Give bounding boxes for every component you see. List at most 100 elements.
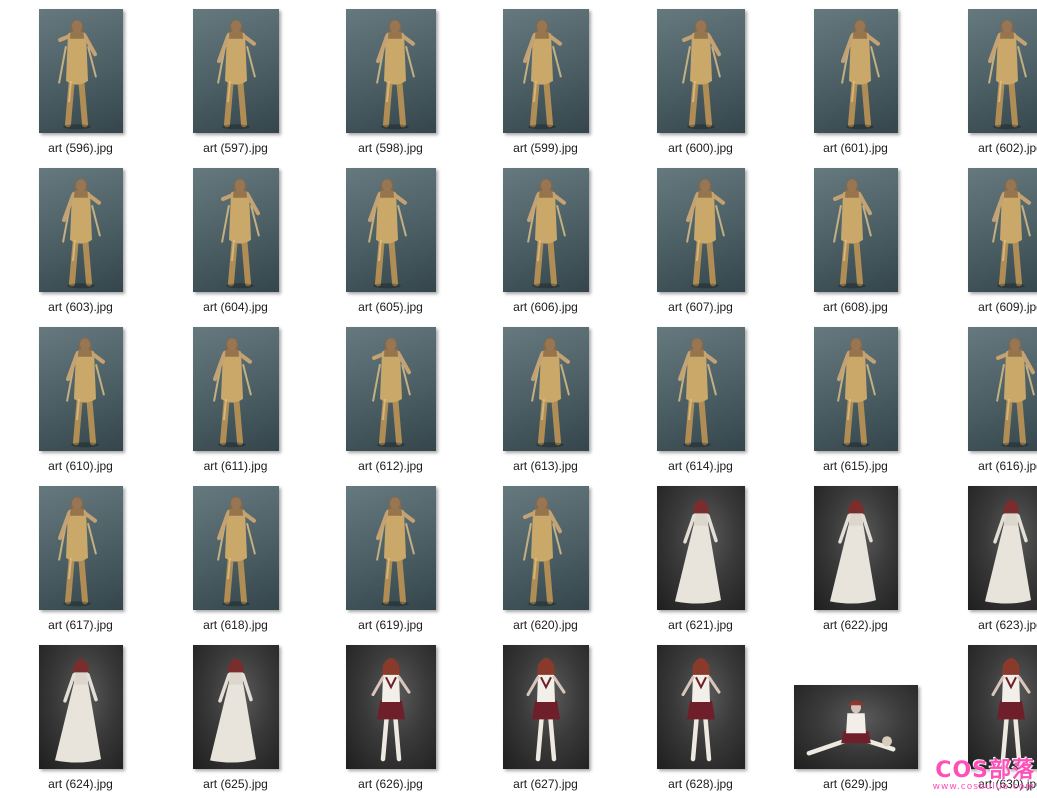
- file-thumbnail-item[interactable]: art (598).jpg: [313, 3, 468, 162]
- photo-figure-graphic: [991, 658, 1031, 762]
- photo-figure-graphic: [675, 499, 721, 604]
- file-thumbnail-item[interactable]: art (615).jpg: [778, 321, 933, 480]
- file-thumbnail-item[interactable]: art (599).jpg: [468, 3, 623, 162]
- photo-thumbnail[interactable]: [794, 685, 918, 769]
- photo-thumbnail[interactable]: [193, 9, 279, 133]
- thumbnail-frame: [778, 321, 933, 454]
- file-thumbnail-item[interactable]: art (620).jpg: [468, 480, 623, 639]
- photo-thumbnail[interactable]: [503, 486, 589, 610]
- thumbnail-frame: [313, 480, 468, 613]
- photo-thumbnail[interactable]: [968, 168, 1037, 292]
- file-name-label: art (612).jpg: [358, 459, 423, 473]
- thumbnail-frame: [313, 639, 468, 772]
- file-thumbnail-item[interactable]: art (628).jpg: [623, 639, 778, 798]
- photo-figure-graphic: [686, 178, 725, 289]
- photo-thumbnail[interactable]: [193, 168, 279, 292]
- file-name-label: art (597).jpg: [203, 141, 268, 155]
- file-thumbnail-item[interactable]: art (606).jpg: [468, 162, 623, 321]
- photo-thumbnail[interactable]: [193, 486, 279, 610]
- file-name-label: art (598).jpg: [358, 141, 423, 155]
- photo-thumbnail[interactable]: [39, 486, 123, 610]
- file-thumbnail-item[interactable]: art (597).jpg: [158, 3, 313, 162]
- photo-thumbnail[interactable]: [657, 327, 745, 451]
- thumbnail-frame: [933, 321, 1037, 454]
- file-thumbnail-item[interactable]: art (623).jpg: [933, 480, 1037, 639]
- photo-thumbnail[interactable]: [657, 9, 745, 133]
- file-thumbnail-item[interactable]: art (610).jpg: [3, 321, 158, 480]
- photo-thumbnail[interactable]: [39, 168, 123, 292]
- photo-thumbnail[interactable]: [814, 168, 898, 292]
- file-thumbnail-item[interactable]: art (624).jpg: [3, 639, 158, 798]
- file-thumbnail-item[interactable]: art (604).jpg: [158, 162, 313, 321]
- file-thumbnail-item[interactable]: art (621).jpg: [623, 480, 778, 639]
- file-thumbnail-item[interactable]: art (617).jpg: [3, 480, 158, 639]
- photo-thumbnail[interactable]: [657, 645, 745, 769]
- file-thumbnail-item[interactable]: art (607).jpg: [623, 162, 778, 321]
- photo-thumbnail[interactable]: [968, 645, 1037, 769]
- file-thumbnail-item[interactable]: art (608).jpg: [778, 162, 933, 321]
- photo-figure-graphic: [985, 499, 1031, 604]
- file-thumbnail-item[interactable]: art (626).jpg: [313, 639, 468, 798]
- photo-figure-graphic: [526, 658, 566, 762]
- file-name-label: art (599).jpg: [513, 141, 578, 155]
- photo-thumbnail[interactable]: [657, 486, 745, 610]
- photo-thumbnail[interactable]: [657, 168, 745, 292]
- file-thumbnail-item[interactable]: art (629).jpg: [778, 639, 933, 798]
- file-name-label: art (602).jpg: [978, 141, 1037, 155]
- thumbnail-frame: [778, 162, 933, 295]
- file-name-label: art (628).jpg: [668, 777, 733, 791]
- photo-thumbnail[interactable]: [503, 168, 589, 292]
- file-thumbnail-item[interactable]: art (625).jpg: [158, 639, 313, 798]
- file-thumbnail-item[interactable]: art (622).jpg: [778, 480, 933, 639]
- photo-thumbnail[interactable]: [968, 486, 1037, 610]
- photo-thumbnail[interactable]: [503, 327, 589, 451]
- file-thumbnail-item[interactable]: art (601).jpg: [778, 3, 933, 162]
- photo-thumbnail[interactable]: [814, 486, 898, 610]
- photo-thumbnail[interactable]: [346, 486, 436, 610]
- photo-figure-graphic: [523, 496, 562, 607]
- photo-thumbnail[interactable]: [39, 327, 123, 451]
- thumbnail-frame: [778, 3, 933, 136]
- photo-thumbnail[interactable]: [193, 327, 279, 451]
- file-thumbnail-item[interactable]: art (600).jpg: [623, 3, 778, 162]
- photo-thumbnail[interactable]: [503, 9, 589, 133]
- file-thumbnail-item[interactable]: art (613).jpg: [468, 321, 623, 480]
- file-thumbnail-item[interactable]: art (627).jpg: [468, 639, 623, 798]
- thumbnail-frame: [3, 639, 158, 772]
- photo-thumbnail[interactable]: [39, 645, 123, 769]
- photo-thumbnail[interactable]: [503, 645, 589, 769]
- thumbnail-frame: [313, 321, 468, 454]
- photo-figure-graphic: [996, 337, 1035, 448]
- file-thumbnail-item[interactable]: art (596).jpg: [3, 3, 158, 162]
- photo-thumbnail[interactable]: [346, 9, 436, 133]
- file-thumbnail-item[interactable]: art (616).jpg: [933, 321, 1037, 480]
- file-name-label: art (600).jpg: [668, 141, 733, 155]
- file-thumbnail-item[interactable]: art (609).jpg: [933, 162, 1037, 321]
- file-thumbnail-item[interactable]: art (603).jpg: [3, 162, 158, 321]
- photo-thumbnail[interactable]: [814, 9, 898, 133]
- photo-thumbnail[interactable]: [193, 645, 279, 769]
- file-thumbnail-item[interactable]: art (611).jpg: [158, 321, 313, 480]
- photo-figure-graphic: [837, 337, 876, 448]
- photo-thumbnail[interactable]: [346, 327, 436, 451]
- file-thumbnail-item[interactable]: art (612).jpg: [313, 321, 468, 480]
- photo-thumbnail[interactable]: [346, 168, 436, 292]
- photo-thumbnail[interactable]: [968, 9, 1037, 133]
- file-name-label: art (609).jpg: [978, 300, 1037, 314]
- file-thumbnail-item[interactable]: art (614).jpg: [623, 321, 778, 480]
- thumbnail-frame: [933, 639, 1037, 772]
- file-thumbnail-item[interactable]: art (602).jpg: [933, 3, 1037, 162]
- photo-figure-graphic: [376, 496, 415, 607]
- file-thumbnail-item[interactable]: art (605).jpg: [313, 162, 468, 321]
- photo-thumbnail[interactable]: [346, 645, 436, 769]
- thumbnail-frame: [158, 639, 313, 772]
- thumbnail-frame: [158, 162, 313, 295]
- file-thumbnail-item[interactable]: art (619).jpg: [313, 480, 468, 639]
- photo-thumbnail[interactable]: [968, 327, 1037, 451]
- photo-figure-graphic: [213, 337, 252, 448]
- photo-thumbnail[interactable]: [39, 9, 123, 133]
- photo-figure-graphic: [371, 658, 411, 762]
- file-thumbnail-item[interactable]: art (618).jpg: [158, 480, 313, 639]
- photo-thumbnail[interactable]: [814, 327, 898, 451]
- file-name-label: art (615).jpg: [823, 459, 888, 473]
